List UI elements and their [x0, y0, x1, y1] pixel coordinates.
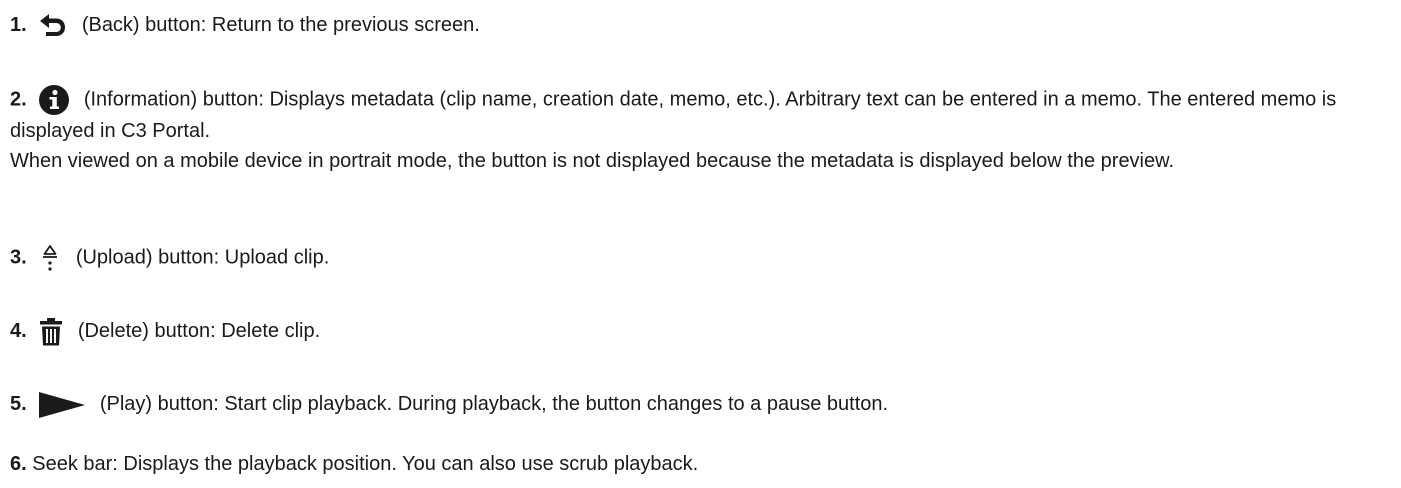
document: 1. (Back) button: Return to the previous…	[0, 0, 1401, 488]
list-item-upload: 3. (Upload) button: Upload clip.	[10, 242, 1393, 274]
item-number: 1.	[10, 14, 27, 36]
upload-icon	[38, 242, 62, 274]
item-text: (Back) button: Return to the previous sc…	[81, 14, 480, 36]
list-item-back: 1. (Back) button: Return to the previous…	[10, 10, 1393, 40]
item-number: 3.	[10, 246, 27, 269]
item-number: 2.	[10, 88, 27, 111]
item-text-continued: When viewed on a mobile device in portra…	[10, 150, 1175, 172]
list-item-play: 5. (Play) button: Start clip playback. D…	[10, 389, 1393, 419]
back-icon	[38, 13, 68, 39]
item-text: Seek bar: Displays the playback position…	[32, 453, 699, 475]
list-item-delete: 4. (Delete) button: Delete clip.	[10, 316, 1393, 347]
list-item-seek-bar: 6. Seek bar: Displays the playback posit…	[10, 449, 1393, 479]
trash-icon	[38, 317, 64, 347]
item-text: (Information) button: Displays metadata …	[10, 88, 1337, 142]
item-number: 4.	[10, 320, 27, 342]
item-number: 5.	[10, 393, 27, 415]
item-text: (Delete) button: Delete clip.	[77, 320, 321, 342]
item-text: (Play) button: Start clip playback. Duri…	[99, 393, 889, 415]
play-icon	[38, 391, 86, 419]
list-item-information: 2. (Information) button: Displays metada…	[10, 84, 1393, 176]
item-number: 6.	[10, 453, 27, 475]
item-text: (Upload) button: Upload clip.	[75, 246, 330, 269]
information-icon	[38, 84, 70, 116]
